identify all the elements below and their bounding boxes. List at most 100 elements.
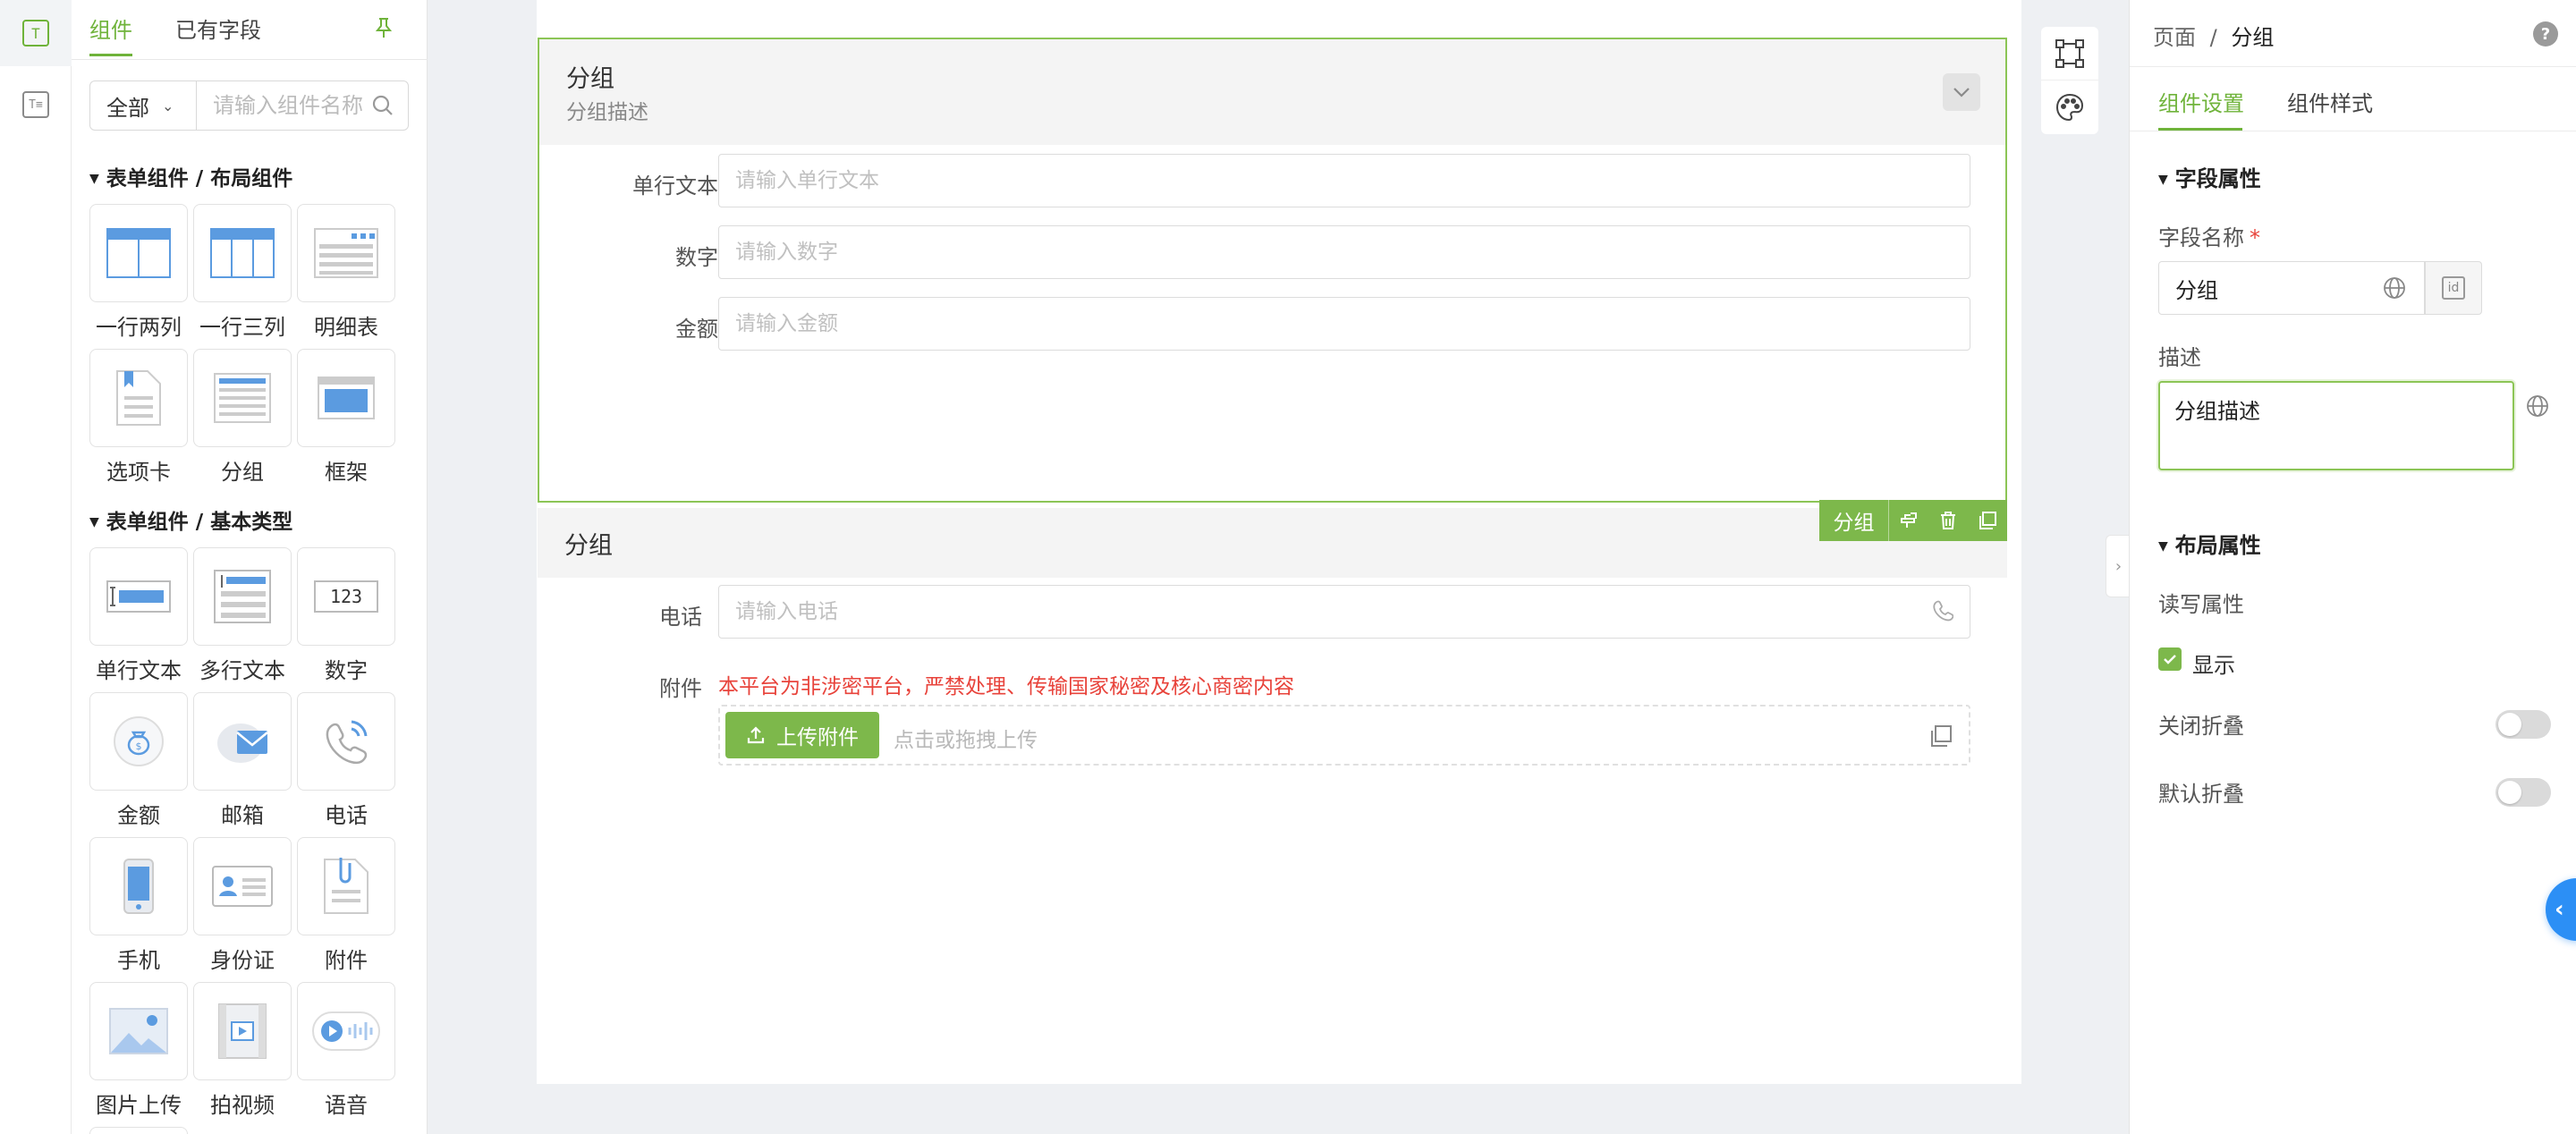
format-brush-button[interactable] <box>1889 500 1928 541</box>
tile-attachment[interactable] <box>297 837 395 935</box>
default-fold-label: 默认折叠 <box>2158 782 2244 807</box>
close-fold-label: 关闭折叠 <box>2158 714 2244 739</box>
number-input[interactable] <box>718 225 1970 279</box>
trash-icon <box>1941 512 1955 529</box>
upload-attachment-button[interactable]: 上传附件 <box>725 712 879 758</box>
tile-group[interactable] <box>193 349 292 447</box>
tile-id-card[interactable] <box>193 837 292 935</box>
pin-icon[interactable] <box>372 16 395 39</box>
breadcrumb: 页面 / 分组 <box>2153 20 2274 51</box>
globe-icon[interactable] <box>2382 275 2409 302</box>
read-write-label: 读写属性 <box>2158 592 2244 617</box>
description-textarea[interactable]: 分组描述 <box>2158 381 2514 470</box>
tile-multi-line-text[interactable] <box>193 547 292 646</box>
id-card-icon <box>212 866 273 907</box>
group-component-selected[interactable]: 分组 分组描述 单行文本 数字 金额 <box>538 38 2007 503</box>
image-upload-icon <box>109 1008 168 1054</box>
attachment-icon <box>324 858 369 914</box>
single-line-text-input[interactable] <box>718 154 1970 207</box>
tile-video[interactable] <box>193 982 292 1080</box>
email-icon <box>217 724 268 763</box>
show-label: 显示 <box>2192 653 2235 678</box>
number-icon: 123 <box>314 580 378 613</box>
close-fold-toggle[interactable] <box>2496 710 2551 739</box>
default-fold-toggle[interactable] <box>2496 778 2551 807</box>
tab-component-settings[interactable]: 组件设置 <box>2158 86 2244 117</box>
tile-single-line-text[interactable] <box>89 547 188 646</box>
tile-email[interactable] <box>193 692 292 791</box>
divider <box>2130 66 2576 67</box>
description-label: 描述 <box>2158 345 2201 370</box>
tile-three-columns[interactable] <box>193 204 292 302</box>
tile-label: 语音 <box>325 1093 368 1118</box>
phone-input[interactable] <box>718 585 1970 639</box>
section-basic-title[interactable]: ▼ 表单组件 / 基本类型 <box>89 504 292 535</box>
tile-tabs[interactable] <box>89 349 188 447</box>
field-label-amount: 金额 <box>675 317 718 342</box>
selection-toolbar-label: 分组 <box>1819 500 1889 541</box>
attachment-dropzone[interactable]: 上传附件 点击或拖拽上传 <box>718 705 1970 766</box>
tile-two-columns[interactable] <box>89 204 188 302</box>
tile-mobile[interactable] <box>89 837 188 935</box>
select-parent-button[interactable] <box>2041 27 2098 80</box>
rail-components-button[interactable]: T <box>0 0 72 66</box>
checkmark-icon <box>2164 655 2176 664</box>
tile-frame[interactable] <box>297 349 395 447</box>
required-mark: * <box>2250 225 2260 250</box>
tile-label: 多行文本 <box>199 658 285 683</box>
help-icon[interactable]: ? <box>2533 21 2558 47</box>
globe-icon[interactable] <box>2525 394 2552 420</box>
theme-button[interactable] <box>2041 80 2098 134</box>
single-line-text-icon <box>106 580 171 613</box>
group-icon <box>214 373 271 423</box>
search-icon[interactable] <box>370 93 395 118</box>
group2-header[interactable]: 分组 <box>538 508 2007 578</box>
tile-label: 拍视频 <box>210 1093 275 1118</box>
copy-button[interactable] <box>1968 500 2007 541</box>
rail-outline-button[interactable]: T≡ <box>0 72 72 138</box>
amount-icon: $ <box>114 716 164 766</box>
selection-toolbar: 分组 <box>1819 500 2007 541</box>
tab-components[interactable]: 组件 <box>89 13 132 44</box>
tile-detail-table[interactable] <box>297 204 395 302</box>
mobile-icon <box>123 859 154 914</box>
text-component-icon: T <box>22 20 49 47</box>
show-checkbox[interactable] <box>2158 647 2182 671</box>
tile-label: 附件 <box>325 948 368 973</box>
tile-image-upload[interactable] <box>89 982 188 1080</box>
group-description: 分组描述 <box>566 101 648 124</box>
field-name-label: 字段名称 * <box>2158 225 2260 250</box>
field-properties-section[interactable]: ▼ 字段属性 <box>2158 161 2261 192</box>
group-title: 分组 <box>566 65 614 93</box>
tile-label: 身份证 <box>210 948 275 973</box>
two-columns-icon <box>106 228 171 278</box>
tab-component-style[interactable]: 组件样式 <box>2287 86 2373 117</box>
breadcrumb-separator: / <box>2209 25 2217 50</box>
upload-button-label: 上传附件 <box>776 726 859 749</box>
category-filter-select[interactable]: 全部 ⌄ <box>89 80 197 131</box>
outline-icon: T≡ <box>22 91 49 118</box>
tile-amount[interactable]: $ <box>89 692 188 791</box>
tile-label: 框架 <box>325 460 368 485</box>
tile-number[interactable]: 123 <box>297 547 395 646</box>
frame-icon <box>318 377 375 419</box>
tile-voice[interactable] <box>297 982 395 1080</box>
delete-button[interactable] <box>1928 500 1968 541</box>
tab-existing-fields[interactable]: 已有字段 <box>175 13 261 44</box>
section-layout-title[interactable]: ▼ 表单组件 / 布局组件 <box>89 161 292 191</box>
tile-label: 明细表 <box>314 315 378 340</box>
chevron-down-icon <box>1953 88 1970 97</box>
breadcrumb-parent[interactable]: 页面 <box>2153 25 2196 50</box>
field-id-button[interactable]: id <box>2425 261 2482 315</box>
phone-icon <box>326 720 368 764</box>
amount-input[interactable] <box>718 297 1970 351</box>
tile-label: 一行三列 <box>199 315 285 340</box>
right-panel-toggle[interactable]: › <box>2106 535 2131 597</box>
group-collapse-button[interactable] <box>1943 73 1980 111</box>
tile-label: 选项卡 <box>106 460 171 485</box>
tile-phone[interactable] <box>297 692 395 791</box>
upload-hint: 点击或拖拽上传 <box>894 729 1038 752</box>
upload-icon <box>747 726 765 744</box>
layout-properties-section[interactable]: ▼ 布局属性 <box>2158 528 2261 559</box>
paste-icon[interactable] <box>1928 723 1954 749</box>
